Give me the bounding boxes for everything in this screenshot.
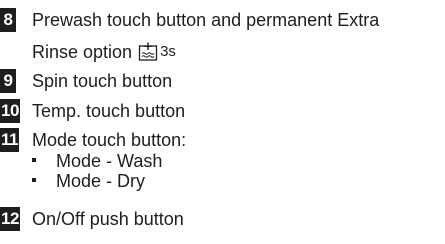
item-text: Prewash touch button and permanent Extra: [32, 10, 380, 30]
item-number-badge: 11: [0, 128, 19, 152]
item-text-line2: Rinse option: [32, 42, 133, 62]
bullet-icon: [32, 178, 36, 183]
bullet-item: Mode - Dry: [32, 171, 145, 191]
bullet-item: Mode - Wash: [32, 151, 162, 171]
item-number-badge: 9: [0, 69, 16, 93]
item-text-continuation: Rinse option 3s: [32, 40, 176, 64]
item-number-badge: 10: [0, 99, 20, 123]
bullet-text: Mode - Dry: [56, 171, 146, 191]
item-number-badge: 8: [0, 8, 16, 32]
item-text: Temp. touch button: [32, 101, 186, 121]
item-text: Mode touch button:: [32, 130, 187, 150]
item-text: On/Off push button: [32, 209, 184, 229]
extra-rinse-icon: [138, 42, 158, 61]
bullet-icon: [32, 158, 36, 163]
item-number-badge: 12: [0, 207, 20, 231]
bullet-text: Mode - Wash: [56, 151, 163, 171]
item-text: Spin touch button: [32, 71, 173, 91]
symbol-label: 3s: [160, 43, 176, 60]
